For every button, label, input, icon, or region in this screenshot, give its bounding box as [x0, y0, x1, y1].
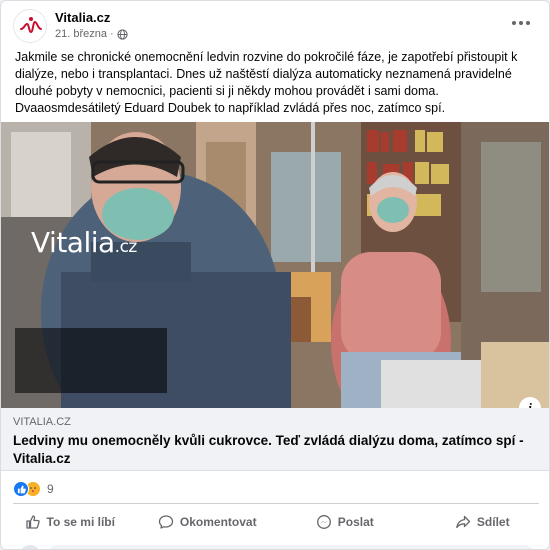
comment-input[interactable]	[47, 545, 535, 549]
comment-button[interactable]: Okomentovat	[139, 506, 277, 538]
share-button[interactable]: Sdílet	[414, 506, 550, 538]
action-bar: To se mi líbí Okomentovat Poslat Sdílet	[1, 506, 550, 538]
send-label: Poslat	[337, 515, 374, 529]
send-button[interactable]: Poslat	[276, 506, 414, 538]
globe-icon	[117, 28, 128, 40]
more-options-icon[interactable]	[509, 15, 533, 31]
comment-composer	[13, 543, 539, 549]
comment-icon	[158, 515, 174, 529]
watermark-box	[15, 328, 167, 393]
comment-label: Okomentovat	[179, 515, 257, 529]
facebook-post: Vitalia.cz 21. března · Jakmile se chron…	[0, 0, 550, 550]
like-button[interactable]: To se mi líbí	[1, 506, 139, 538]
post-meta: 21. března ·	[55, 28, 128, 40]
vitalia-watermark: Vitalia.cz	[31, 226, 137, 259]
post-body-text: Jakmile se chronické onemocnění ledvin r…	[15, 50, 518, 115]
link-domain: VITALIA.CZ	[13, 416, 71, 428]
reaction-count: 9	[47, 482, 54, 496]
post-image[interactable]	[1, 122, 549, 408]
user-avatar	[19, 545, 41, 549]
like-label: To se mi líbí	[46, 515, 115, 529]
like-reaction-icon	[13, 481, 29, 497]
actions-divider	[13, 503, 539, 504]
thumbs-up-icon	[25, 515, 40, 529]
link-headline[interactable]: Ledviny mu onemocněly kvůli cukrovce. Te…	[13, 432, 533, 468]
page-avatar[interactable]	[13, 9, 47, 43]
messenger-icon	[316, 515, 331, 529]
post-date[interactable]: 21. března	[55, 28, 107, 40]
watermark-main: Vitalia	[31, 226, 115, 259]
reaction-summary[interactable]: 9	[13, 479, 54, 499]
post-header: Vitalia.cz 21. března ·	[1, 1, 549, 45]
page-name[interactable]: Vitalia.cz	[55, 10, 110, 25]
link-preview[interactable]: VITALIA.CZ Ledviny mu onemocněly kvůli c…	[1, 408, 549, 471]
watermark-suffix: .cz	[114, 237, 138, 257]
share-label: Sdílet	[476, 515, 510, 529]
share-icon	[456, 515, 471, 529]
vitalia-logo-icon	[20, 17, 42, 34]
